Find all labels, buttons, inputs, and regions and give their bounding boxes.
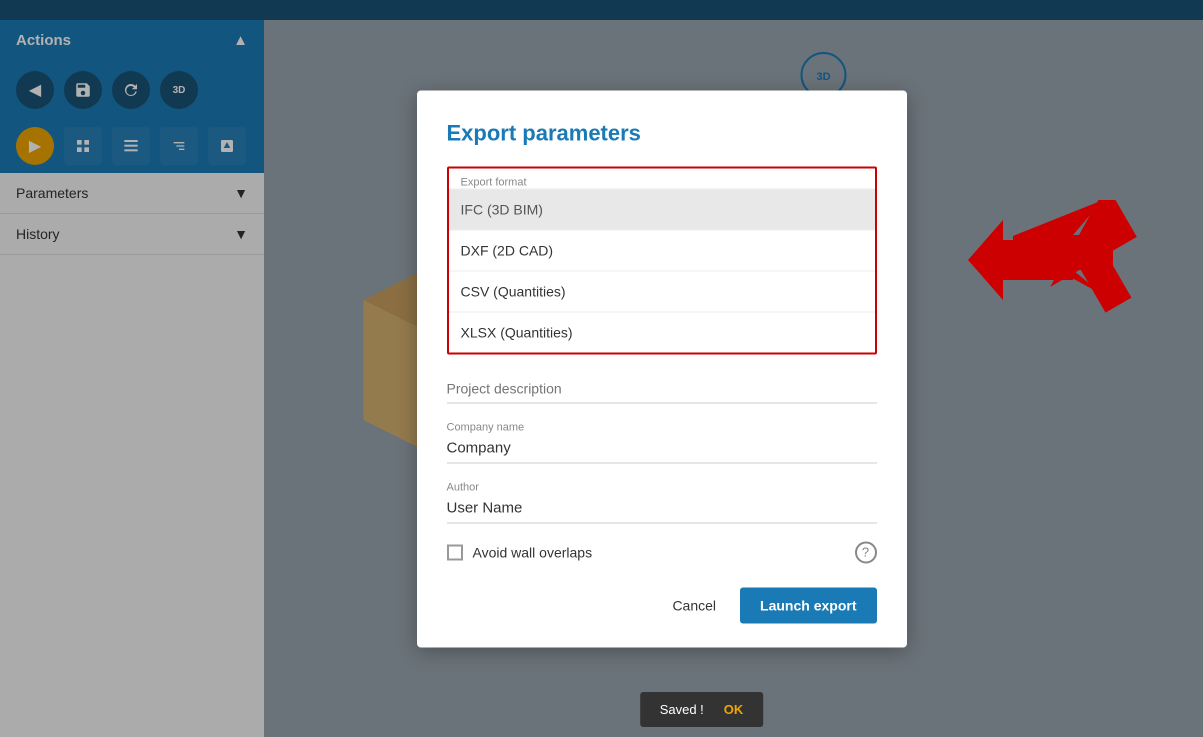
option-ifc[interactable]: IFC (3D BIM)	[449, 188, 875, 229]
author-field: Author User Name	[447, 481, 877, 523]
project-description-input[interactable]	[447, 374, 877, 403]
project-description-field	[447, 374, 877, 403]
author-value: User Name	[447, 495, 877, 523]
export-modal: Export parameters Export format IFC (3D …	[417, 90, 907, 647]
ok-button[interactable]: OK	[724, 702, 744, 717]
author-label: Author	[447, 481, 877, 493]
option-xlsx[interactable]: XLSX (Quantities)	[449, 311, 875, 352]
option-csv[interactable]: CSV (Quantities)	[449, 270, 875, 311]
company-name-value: Company	[447, 435, 877, 463]
company-name-label: Company name	[447, 421, 877, 433]
help-icon[interactable]: ?	[855, 541, 877, 563]
saved-toast: Saved ! OK	[640, 692, 764, 727]
modal-title: Export parameters	[447, 120, 877, 146]
option-dxf[interactable]: DXF (2D CAD)	[449, 229, 875, 270]
avoid-wall-overlaps-row: Avoid wall overlaps ?	[447, 541, 877, 563]
modal-footer: Cancel Launch export	[447, 587, 877, 623]
avoid-wall-overlaps-checkbox[interactable]	[447, 544, 463, 560]
export-format-dropdown[interactable]: Export format IFC (3D BIM) DXF (2D CAD) …	[447, 166, 877, 354]
export-format-label: Export format	[449, 168, 875, 188]
company-name-field: Company name Company	[447, 421, 877, 463]
cancel-button[interactable]: Cancel	[660, 589, 728, 621]
launch-export-button[interactable]: Launch export	[740, 587, 876, 623]
avoid-wall-overlaps-label: Avoid wall overlaps	[473, 544, 845, 560]
saved-label: Saved !	[660, 702, 704, 717]
